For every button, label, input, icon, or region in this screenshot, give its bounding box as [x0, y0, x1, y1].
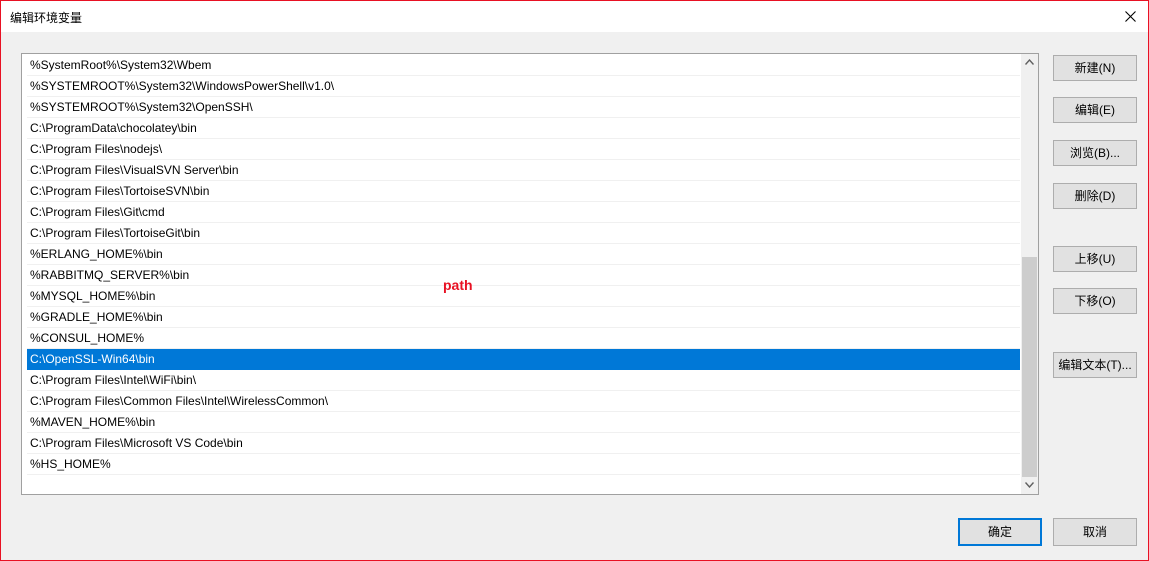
list-item[interactable]: %HS_HOME% [27, 454, 1020, 475]
list-item[interactable]: %GRADLE_HOME%\bin [27, 307, 1020, 328]
list-item[interactable]: C:\Program Files\nodejs\ [27, 139, 1020, 160]
close-icon [1125, 11, 1136, 22]
list-item[interactable]: C:\Program Files\Intel\WiFi\bin\ [27, 370, 1020, 391]
scroll-down-button[interactable] [1021, 477, 1038, 494]
list-item[interactable]: C:\Program Files\TortoiseGit\bin [27, 223, 1020, 244]
list-item[interactable]: %ERLANG_HOME%\bin [27, 244, 1020, 265]
list-item[interactable]: C:\OpenSSL-Win64\bin [27, 349, 1020, 370]
edit-env-variable-dialog: 编辑环境变量 %SystemRoot%\System32\Wbem %SYSTEM… [0, 0, 1149, 561]
vertical-scrollbar[interactable] [1021, 54, 1038, 494]
list-item[interactable]: %SYSTEMROOT%\System32\OpenSSH\ [27, 97, 1020, 118]
chevron-down-icon [1025, 482, 1034, 488]
cancel-button[interactable]: 取消 [1053, 518, 1137, 546]
scroll-up-button[interactable] [1021, 54, 1038, 71]
scrollbar-thumb[interactable] [1022, 257, 1037, 477]
list-item[interactable]: C:\Program Files\Git\cmd [27, 202, 1020, 223]
new-button[interactable]: 新建(N) [1053, 55, 1137, 81]
dialog-title: 编辑环境变量 [10, 11, 83, 25]
list-item[interactable]: C:\Program Files\Common Files\Intel\Wire… [27, 391, 1020, 412]
browse-button[interactable]: 浏览(B)... [1053, 140, 1137, 166]
list-item[interactable]: C:\Program Files\Microsoft VS Code\bin [27, 433, 1020, 454]
ok-button[interactable]: 确定 [958, 518, 1042, 546]
edit-text-button[interactable]: 编辑文本(T)... [1053, 352, 1137, 378]
list-item[interactable]: C:\ProgramData\chocolatey\bin [27, 118, 1020, 139]
list-item[interactable]: %SystemRoot%\System32\Wbem [27, 55, 1020, 76]
list-item[interactable]: C:\Program Files\TortoiseSVN\bin [27, 181, 1020, 202]
list-item[interactable]: %MYSQL_HOME%\bin [27, 286, 1020, 307]
list-item[interactable]: %RABBITMQ_SERVER%\bin [27, 265, 1020, 286]
chevron-up-icon [1025, 59, 1034, 65]
path-list-items: %SystemRoot%\System32\Wbem %SYSTEMROOT%\S… [27, 55, 1020, 475]
title-bar: 编辑环境变量 [1, 1, 1148, 32]
move-down-button[interactable]: 下移(O) [1053, 288, 1137, 314]
close-button[interactable] [1114, 1, 1148, 32]
list-item[interactable]: C:\Program Files\VisualSVN Server\bin [27, 160, 1020, 181]
list-item[interactable]: %CONSUL_HOME% [27, 328, 1020, 349]
delete-button[interactable]: 删除(D) [1053, 183, 1137, 209]
list-item[interactable]: %MAVEN_HOME%\bin [27, 412, 1020, 433]
move-up-button[interactable]: 上移(U) [1053, 246, 1137, 272]
edit-button[interactable]: 编辑(E) [1053, 97, 1137, 123]
path-list[interactable]: %SystemRoot%\System32\Wbem %SYSTEMROOT%\S… [21, 53, 1039, 495]
path-annotation: path [443, 277, 473, 293]
list-item[interactable]: %SYSTEMROOT%\System32\WindowsPowerShell\… [27, 76, 1020, 97]
